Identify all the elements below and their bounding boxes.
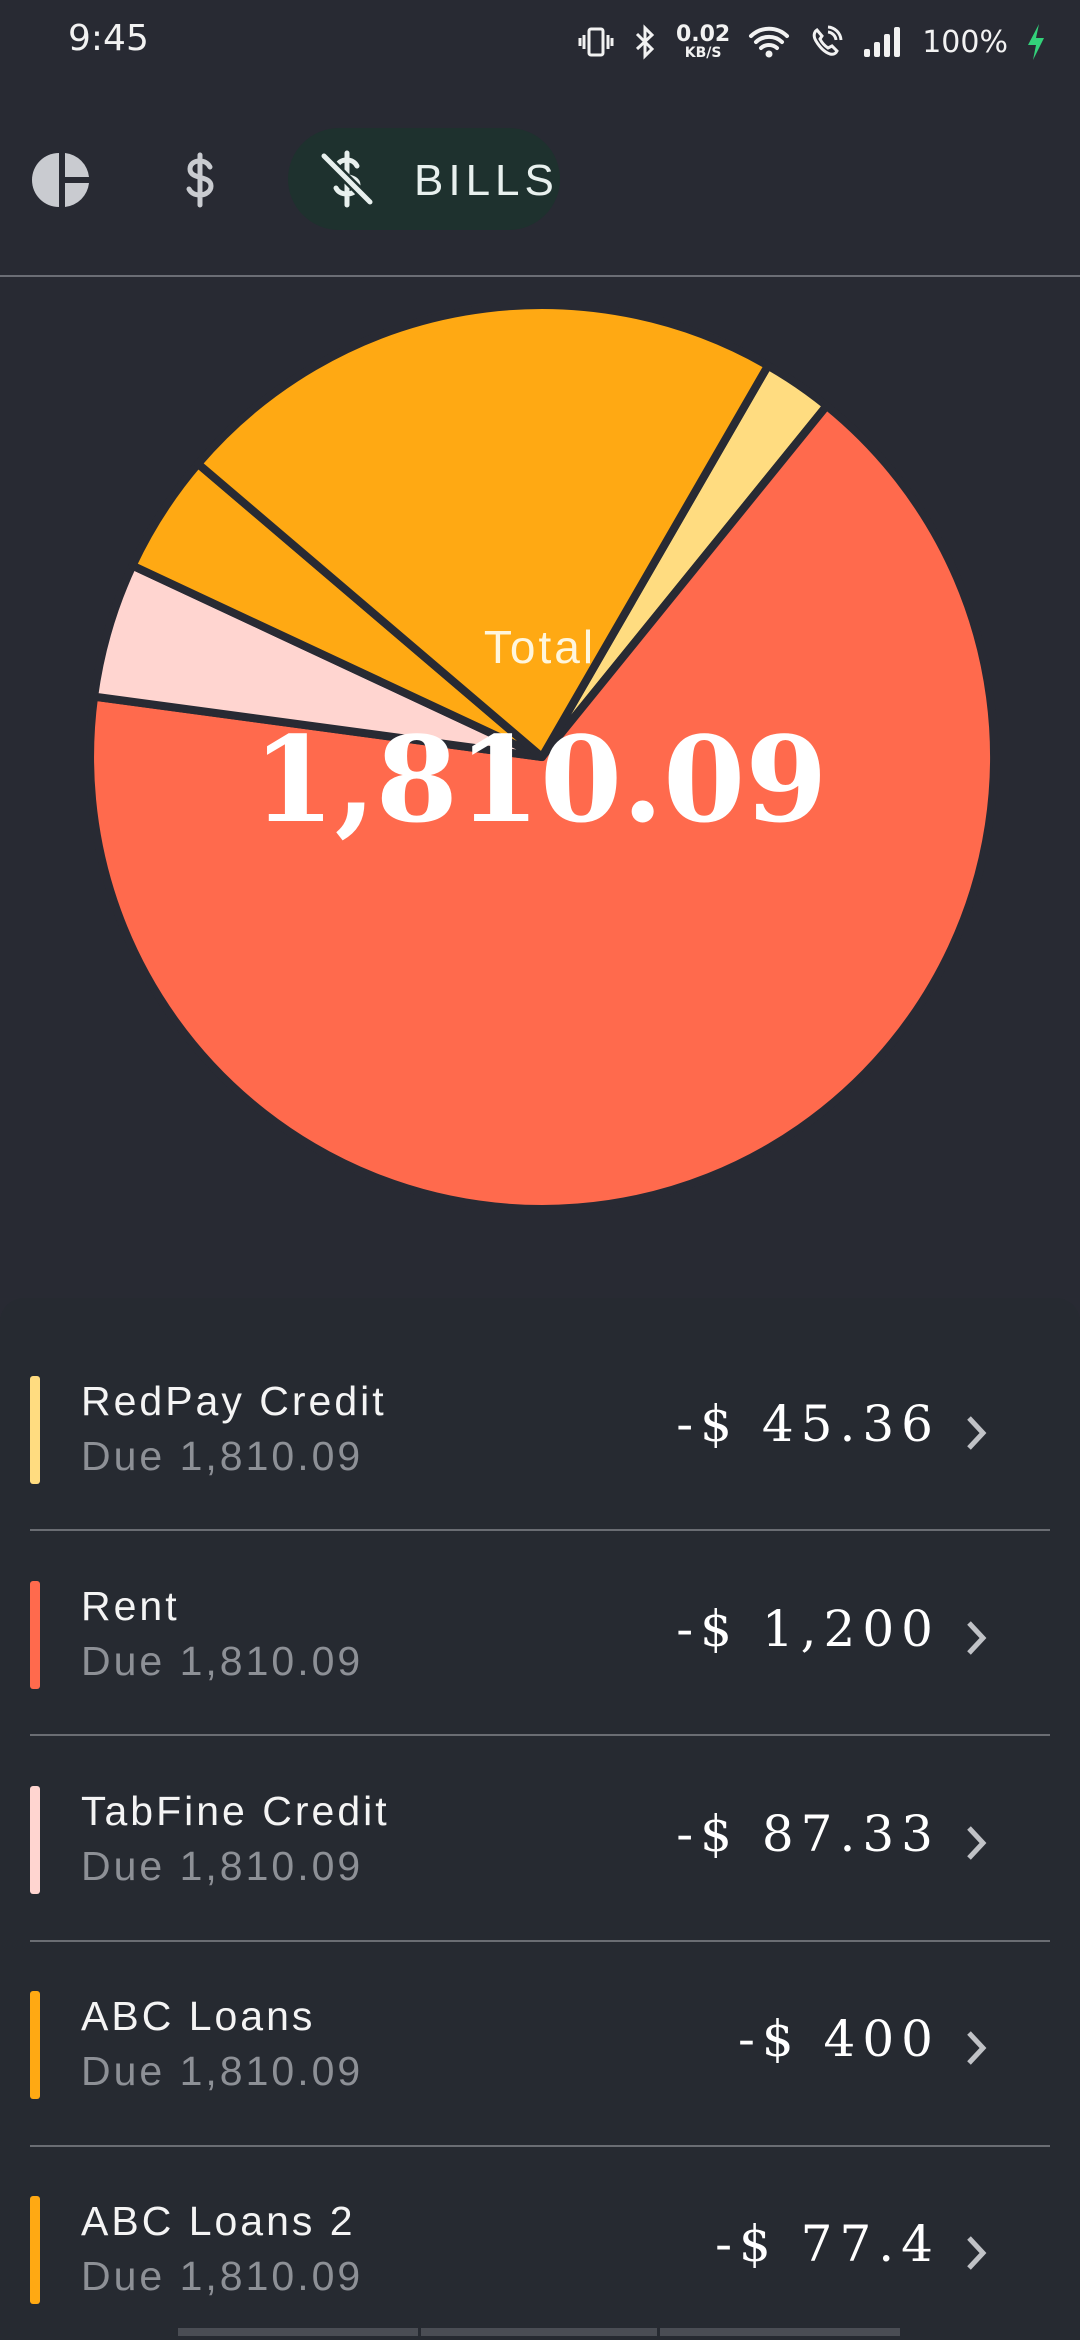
bill-due: Due 1,810.09 — [81, 1843, 364, 1889]
wifi-icon — [748, 25, 790, 59]
chart-total-label: Total — [483, 621, 597, 673]
top-tabs: BILLS — [0, 128, 1080, 232]
bill-due: Due 1,810.09 — [81, 2048, 364, 2094]
chart-total-value: 1,810.09 — [252, 710, 828, 849]
bill-amount: -$ 45.36 — [676, 1395, 940, 1453]
pie-chart-icon[interactable] — [32, 150, 92, 210]
bill-name: ABC Loans — [81, 1993, 316, 2039]
bluetooth-icon — [632, 24, 658, 60]
bill-color-bar — [30, 2196, 40, 2304]
bill-color-bar — [30, 1991, 40, 2099]
bill-row[interactable]: RedPay Credit Due 1,810.09 -$ 45.36 — [0, 1298, 1080, 1502]
bill-row[interactable]: ABC Loans 2 Due 1,810.09 -$ 77.4 — [0, 2118, 1080, 2322]
bills-list: RedPay Credit Due 1,810.09 -$ 45.36 Rent… — [0, 1298, 1080, 2340]
bill-name: Rent — [81, 1583, 180, 1629]
bill-amount: -$ 77.4 — [715, 2215, 940, 2273]
status-icons: 0.02 KB/S 100% — [578, 20, 1046, 64]
scroll-indicator — [421, 2328, 657, 2336]
header-divider — [0, 275, 1080, 277]
bill-due: Due 1,810.09 — [81, 2253, 364, 2299]
bill-color-bar — [30, 1786, 40, 1894]
chevron-right-icon[interactable] — [962, 2026, 992, 2070]
bill-due: Due 1,810.09 — [81, 1433, 364, 1479]
charging-icon — [1026, 23, 1046, 61]
tab-bills[interactable]: BILLS — [288, 128, 560, 230]
bill-row[interactable]: Rent Due 1,810.09 -$ 1,200 — [0, 1503, 1080, 1707]
chevron-right-icon[interactable] — [962, 1411, 992, 1455]
bills-pie-chart: Total 1,810.09 — [0, 280, 1080, 1240]
bill-due: Due 1,810.09 — [81, 1638, 364, 1684]
bill-color-bar — [30, 1376, 40, 1484]
wifi-call-icon — [808, 24, 844, 60]
bill-amount: -$ 87.33 — [676, 1805, 940, 1863]
status-bar: 9:45 0.02 KB/S 100% — [0, 0, 1080, 82]
chevron-right-icon[interactable] — [962, 1616, 992, 1660]
bill-row[interactable]: TabFine Credit Due 1,810.09 -$ 87.33 — [0, 1708, 1080, 1912]
bill-amount: -$ 400 — [737, 2010, 940, 2068]
bill-name: ABC Loans 2 — [81, 2198, 356, 2244]
bill-name: RedPay Credit — [81, 1378, 387, 1424]
chevron-right-icon[interactable] — [962, 1821, 992, 1865]
no-dollar-icon — [316, 148, 378, 215]
battery-percent: 100% — [922, 24, 1008, 60]
network-speed: 0.02 KB/S — [675, 22, 731, 61]
bill-row[interactable]: ABC Loans Due 1,810.09 -$ 400 — [0, 1913, 1080, 2117]
chevron-right-icon[interactable] — [962, 2231, 992, 2275]
bill-name: TabFine Credit — [81, 1788, 390, 1834]
scroll-indicator — [178, 2328, 418, 2336]
scroll-indicator — [660, 2328, 900, 2336]
tab-bills-label: BILLS — [414, 156, 559, 205]
bill-amount: -$ 1,200 — [676, 1600, 940, 1658]
status-time: 9:45 — [68, 18, 149, 59]
signal-icon — [862, 25, 904, 59]
bill-color-bar — [30, 1581, 40, 1689]
dollar-icon[interactable] — [170, 150, 230, 210]
vibrate-icon — [578, 24, 614, 60]
